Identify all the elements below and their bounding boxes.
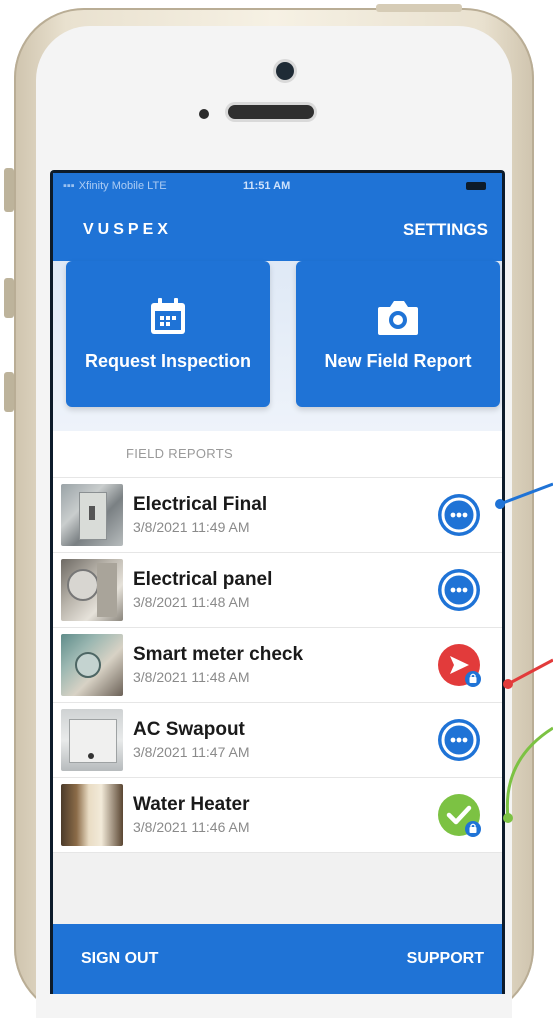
report-thumbnail <box>61 559 123 621</box>
status-time: 11:51 AM <box>243 180 291 192</box>
report-thumbnail <box>61 634 123 696</box>
more-icon[interactable] <box>436 717 482 763</box>
report-date: 3/8/2021 11:48 AM <box>133 669 250 685</box>
report-thumbnail <box>61 784 123 846</box>
report-list: Electrical Final 3/8/2021 11:49 AM Elect… <box>53 477 502 853</box>
report-date: 3/8/2021 11:49 AM <box>133 519 250 535</box>
report-row[interactable]: AC Swapout 3/8/2021 11:47 AM <box>53 702 502 777</box>
report-row[interactable]: Electrical Final 3/8/2021 11:49 AM <box>53 477 502 552</box>
signal-icon: ▪▪▪ <box>63 180 75 192</box>
app-header: VUSPEX SETTINGS <box>53 199 502 261</box>
battery-icon <box>466 182 486 190</box>
sign-out-button[interactable]: SIGN OUT <box>81 950 158 968</box>
request-inspection-label: Request Inspection <box>84 350 252 371</box>
volume-down-button <box>4 372 14 412</box>
report-date: 3/8/2021 11:48 AM <box>133 594 250 610</box>
new-field-report-label: New Field Report <box>324 350 472 371</box>
earpiece-speaker <box>228 105 314 119</box>
request-inspection-button[interactable]: Request Inspection <box>66 261 270 407</box>
more-icon[interactable] <box>436 567 482 613</box>
report-title: Electrical panel <box>133 569 273 590</box>
bottom-bar: SIGN OUT SUPPORT <box>53 924 502 994</box>
check-icon[interactable] <box>436 792 482 838</box>
report-row[interactable]: Smart meter check 3/8/2021 11:48 AM <box>53 627 502 702</box>
front-camera <box>276 62 294 80</box>
report-row[interactable]: Electrical panel 3/8/2021 11:48 AM <box>53 552 502 627</box>
report-title: Electrical Final <box>133 494 268 515</box>
report-row[interactable]: Water Heater 3/8/2021 11:46 AM <box>53 777 502 853</box>
status-bar: ▪▪▪ Xfinity Mobile LTE 11:51 AM <box>53 173 502 199</box>
new-field-report-button[interactable]: New Field Report <box>296 261 500 407</box>
power-button <box>376 4 462 12</box>
report-thumbnail <box>61 709 123 771</box>
camera-icon <box>378 300 418 335</box>
app-logo: VUSPEX <box>83 221 172 238</box>
support-button[interactable]: SUPPORT <box>407 950 484 968</box>
report-thumbnail <box>61 484 123 546</box>
send-icon[interactable] <box>436 642 482 688</box>
more-icon[interactable] <box>436 492 482 538</box>
report-title: AC Swapout <box>133 719 245 740</box>
proximity-sensor <box>199 109 209 119</box>
report-title: Smart meter check <box>133 644 304 665</box>
volume-up-button <box>4 278 14 318</box>
mute-switch <box>4 168 14 212</box>
report-date: 3/8/2021 11:46 AM <box>133 819 250 835</box>
field-reports-heading: FIELD REPORTS <box>53 431 502 477</box>
report-title: Water Heater <box>133 794 250 815</box>
action-area: Request Inspection New Field Report <box>53 261 502 431</box>
calendar-icon <box>151 297 185 334</box>
carrier-label: Xfinity Mobile LTE <box>78 180 167 192</box>
settings-button[interactable]: SETTINGS <box>403 220 488 240</box>
report-date: 3/8/2021 11:47 AM <box>133 744 250 760</box>
app-screen: ▪▪▪ Xfinity Mobile LTE 11:51 AM VUSPEX S… <box>50 170 505 994</box>
